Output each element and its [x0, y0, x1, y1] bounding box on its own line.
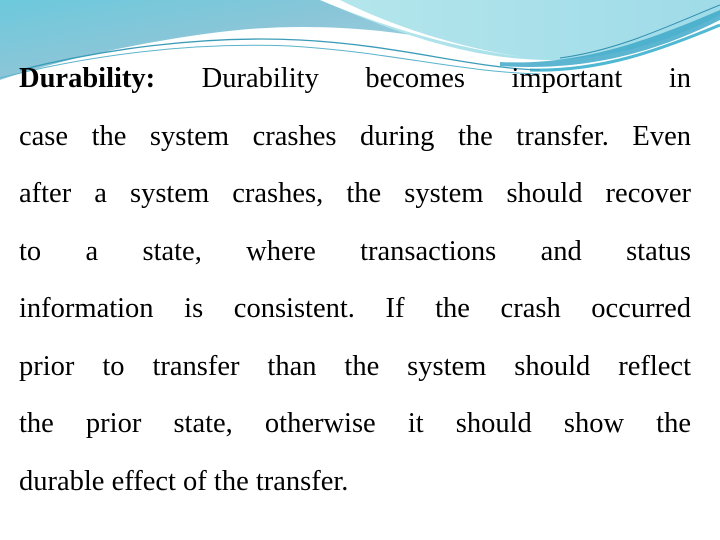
body-line-5: information is consistent. If the crash …: [19, 293, 691, 324]
body-line-6: prior to transfer than the system should…: [19, 350, 691, 382]
body-line-7: the prior state, otherwise it should sho…: [19, 408, 691, 439]
slide-body: Durability: Durability becomes important…: [19, 50, 691, 510]
body-line-2: case the system crashes during the trans…: [19, 120, 691, 152]
body-line-4: to a state, where transactions and statu…: [19, 235, 691, 267]
body-line-1: Durability: Durability becomes important…: [19, 63, 691, 94]
body-line-8: durable effect of the transfer.: [19, 465, 349, 497]
heading-term: Durability:: [19, 63, 156, 94]
body-line-3: after a system crashes, the system shoul…: [19, 178, 691, 209]
